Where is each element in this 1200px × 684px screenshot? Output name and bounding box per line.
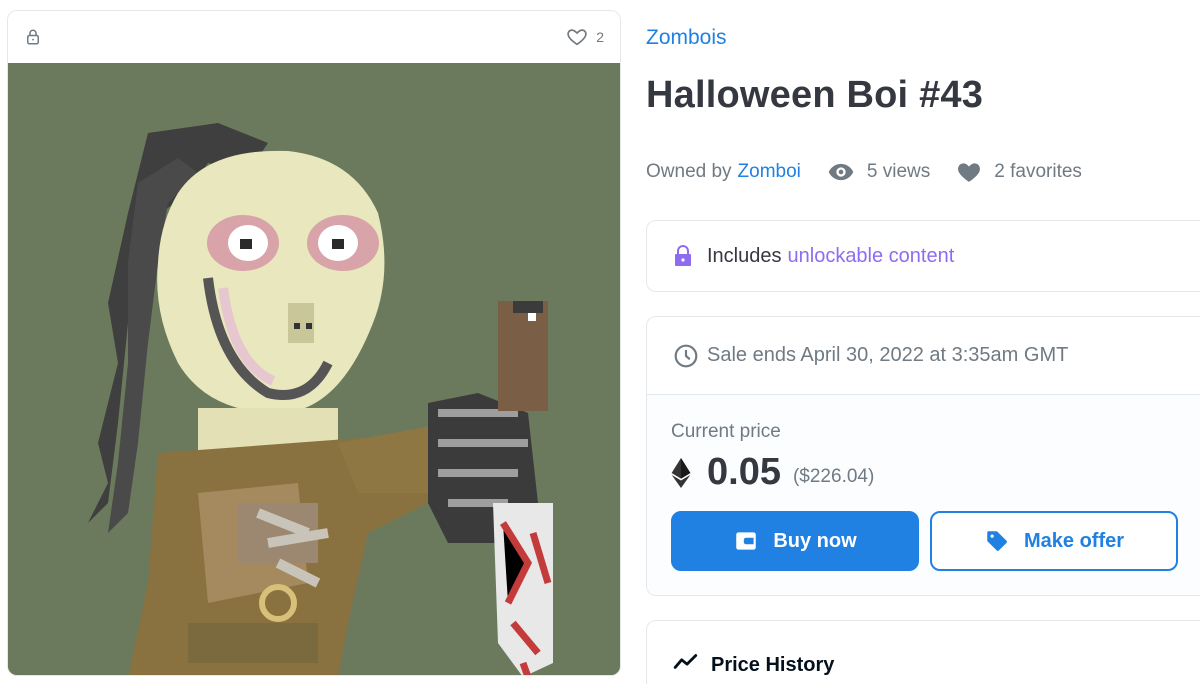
views-count: 5 views bbox=[827, 158, 930, 186]
ethereum-icon bbox=[671, 457, 691, 488]
heart-outline-icon[interactable] bbox=[566, 26, 588, 48]
favorite-count: 2 bbox=[596, 29, 604, 45]
price-section: Current price 0.05 ($226.04) Buy now Mak… bbox=[647, 395, 1200, 595]
current-price-label: Current price bbox=[671, 421, 781, 442]
owner-link[interactable]: Zomboi bbox=[738, 161, 801, 183]
media-card: 2 bbox=[7, 10, 621, 676]
pixel-art-zombie bbox=[8, 63, 620, 675]
owned-by-label: Owned by bbox=[646, 161, 732, 182]
eye-icon bbox=[827, 158, 855, 186]
price-history-header[interactable]: Price History bbox=[673, 649, 834, 681]
asset-details: Zombois Halloween Boi #43 Owned by Zombo… bbox=[646, 0, 1200, 684]
sale-ends: Sale ends April 30, 2022 at 3:35am GMT bbox=[647, 317, 1200, 395]
favorite-toggle[interactable]: 2 bbox=[566, 26, 604, 48]
nft-image[interactable] bbox=[8, 63, 620, 675]
favorites-label: 2 favorites bbox=[994, 161, 1082, 182]
price-row: 0.05 ($226.04) bbox=[671, 451, 874, 494]
unlockable-link[interactable]: unlockable content bbox=[788, 245, 955, 268]
media-header: 2 bbox=[8, 11, 620, 63]
make-offer-label: Make offer bbox=[1023, 529, 1125, 552]
views-label: 5 views bbox=[866, 161, 931, 182]
make-offer-button[interactable]: Make offer bbox=[930, 511, 1178, 571]
purple-lock-icon bbox=[671, 243, 695, 269]
sale-panel: Sale ends April 30, 2022 at 3:35am GMT C… bbox=[646, 316, 1200, 596]
price-history-panel[interactable]: Price History bbox=[646, 620, 1200, 684]
price-history-label: Price History bbox=[711, 653, 835, 676]
favorites-count: 2 favorites bbox=[956, 159, 1082, 185]
heart-icon bbox=[956, 159, 982, 185]
trending-icon bbox=[673, 649, 699, 681]
tag-icon bbox=[984, 528, 1010, 554]
sale-ends-text: Sale ends April 30, 2022 at 3:35am GMT bbox=[707, 344, 1069, 366]
buy-now-button[interactable]: Buy now bbox=[671, 511, 919, 571]
buy-now-label: Buy now bbox=[773, 529, 857, 552]
unlockable-content-banner[interactable]: Includes unlockable content bbox=[646, 220, 1200, 292]
asset-title: Halloween Boi #43 bbox=[646, 74, 984, 116]
lock-icon[interactable] bbox=[24, 28, 42, 46]
collection-link[interactable]: Zombois bbox=[646, 26, 727, 50]
price-eth: 0.05 bbox=[707, 451, 781, 493]
wallet-icon bbox=[733, 528, 759, 554]
clock-icon bbox=[673, 343, 699, 369]
price-usd: ($226.04) bbox=[792, 465, 875, 487]
unlockable-prefix: Includes bbox=[707, 244, 782, 267]
asset-meta: Owned by Zomboi 5 views 2 favorites bbox=[646, 158, 1082, 186]
